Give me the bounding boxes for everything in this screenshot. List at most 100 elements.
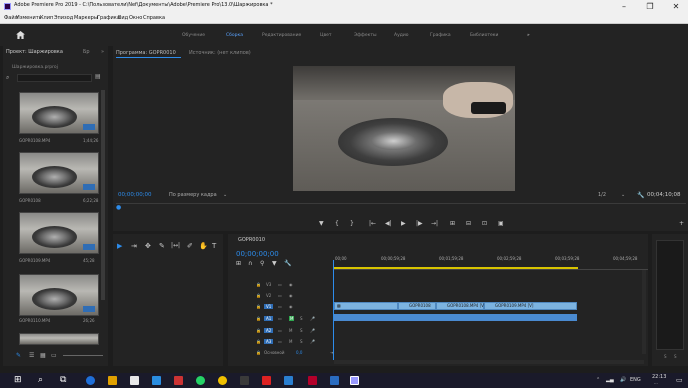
mute-button[interactable]: M bbox=[289, 316, 295, 321]
meter-solo-button[interactable]: S bbox=[674, 354, 677, 359]
workspace-graphics[interactable]: Графика bbox=[430, 33, 451, 38]
go-to-in-button[interactable]: |← bbox=[369, 220, 376, 227]
solo-button[interactable]: S bbox=[300, 316, 303, 321]
resolution-select[interactable]: 1/2 bbox=[598, 192, 606, 198]
lock-icon[interactable]: 🔒 bbox=[256, 293, 261, 298]
program-current-timecode[interactable]: 00;00;00;00 bbox=[118, 192, 152, 198]
step-back-button[interactable]: ◀| bbox=[385, 220, 392, 227]
snap-icon[interactable]: ∩ bbox=[248, 260, 252, 267]
project-search-input[interactable] bbox=[17, 74, 92, 82]
hand-tool-icon[interactable]: ✋ bbox=[199, 242, 208, 250]
mute-button[interactable]: M bbox=[289, 328, 292, 333]
search-icon[interactable]: ⌕ bbox=[38, 375, 43, 385]
media-thumbnail[interactable] bbox=[19, 212, 99, 254]
yandex-icon[interactable] bbox=[262, 376, 271, 385]
fit-select[interactable]: По размеру кадра bbox=[169, 192, 217, 198]
add-marker-icon[interactable]: ▼ bbox=[272, 260, 277, 267]
workspace-editing[interactable]: Редактирование bbox=[262, 33, 301, 38]
go-to-out-button[interactable]: →| bbox=[431, 220, 438, 227]
media-thumbnail[interactable] bbox=[19, 333, 99, 345]
add-button-icon[interactable]: + bbox=[679, 220, 684, 227]
wrench-icon[interactable]: 🔧 bbox=[637, 192, 644, 199]
taskbar-app-icon[interactable] bbox=[240, 376, 249, 385]
pen-tool-icon[interactable]: ✐ bbox=[187, 242, 193, 250]
timeline-horizontal-scrollbar[interactable] bbox=[334, 360, 644, 364]
pencil-icon[interactable]: ✎ bbox=[16, 352, 21, 359]
microphone-icon[interactable]: 🎤 bbox=[310, 316, 315, 321]
menu-clip[interactable]: Клип bbox=[40, 15, 53, 21]
maximize-button[interactable]: ❐ bbox=[642, 1, 658, 12]
sync-icon[interactable]: ▭ bbox=[278, 304, 282, 309]
media-thumbnail[interactable] bbox=[19, 274, 99, 316]
workspace-more-button[interactable]: » bbox=[527, 33, 530, 38]
work-area-bar[interactable] bbox=[333, 267, 578, 269]
track-select-tool-icon[interactable]: ⇥ bbox=[131, 242, 137, 250]
eye-icon[interactable]: ◉ bbox=[289, 304, 293, 309]
sync-icon[interactable]: ▭ bbox=[278, 328, 282, 333]
premiere-taskbar-icon[interactable] bbox=[350, 376, 359, 385]
playhead[interactable] bbox=[333, 260, 334, 360]
photoshop-icon[interactable] bbox=[284, 376, 293, 385]
taskbar-app-icon[interactable] bbox=[330, 376, 339, 385]
chrome-icon[interactable] bbox=[218, 376, 227, 385]
timeline-vertical-scrollbar[interactable] bbox=[642, 270, 646, 354]
program-playhead-icon[interactable]: ● bbox=[116, 204, 121, 211]
workspace-color[interactable]: Цвет bbox=[320, 33, 332, 38]
volume-icon[interactable]: 🔊 bbox=[620, 377, 626, 383]
timeline-clip-v1[interactable]: ▩ bbox=[334, 302, 398, 310]
mark-in-button[interactable]: { bbox=[335, 220, 339, 227]
microphone-icon[interactable]: 🎤 bbox=[310, 328, 315, 333]
master-volume-value[interactable]: 0,0 bbox=[296, 350, 302, 355]
media-browser-tab[interactable]: Бр bbox=[83, 49, 90, 55]
go-to-end-icon[interactable]: ⇥ bbox=[330, 350, 333, 355]
project-tab[interactable]: Проект: Шаржирoвка bbox=[6, 49, 63, 55]
timeline-timecode[interactable]: 00;00;00;00 bbox=[236, 250, 279, 258]
extract-button[interactable]: ⊟ bbox=[466, 220, 471, 227]
lock-icon[interactable]: 🔒 bbox=[256, 328, 261, 333]
tray-chevron-up-icon[interactable]: ⌃ bbox=[596, 377, 600, 383]
track-label[interactable]: A2 bbox=[264, 328, 274, 333]
track-label[interactable]: V3 bbox=[266, 282, 271, 287]
sync-icon[interactable]: ▭ bbox=[278, 339, 282, 344]
taskbar-app-icon[interactable] bbox=[174, 376, 183, 385]
program-scrub-ruler[interactable] bbox=[116, 203, 686, 211]
lock-icon[interactable]: 🔒 bbox=[256, 304, 261, 309]
track-label[interactable]: V1 bbox=[264, 304, 274, 309]
lock-icon[interactable]: 🔒 bbox=[256, 282, 261, 287]
timeline-audio-clip-a1[interactable] bbox=[334, 314, 577, 321]
network-icon[interactable]: ▂▄ bbox=[606, 377, 614, 383]
menu-markers[interactable]: Маркеры bbox=[74, 15, 98, 21]
lock-icon[interactable]: 🔒 bbox=[256, 339, 261, 344]
nest-icon[interactable]: ⊞ bbox=[236, 260, 241, 267]
track-label[interactable]: V2 bbox=[266, 293, 271, 298]
add-marker-button[interactable]: ▼ bbox=[319, 220, 324, 227]
language-indicator[interactable]: ENG bbox=[630, 377, 641, 383]
mark-out-button[interactable]: } bbox=[350, 220, 354, 227]
timeline-tab[interactable]: GOPR0010 bbox=[238, 237, 265, 243]
eye-icon[interactable]: ◉ bbox=[289, 293, 293, 298]
type-tool-icon[interactable]: T bbox=[212, 242, 216, 250]
windows-start-icon[interactable]: ⊞ bbox=[14, 375, 22, 385]
panel-more-icon[interactable]: » bbox=[101, 49, 104, 55]
eye-icon[interactable]: ◉ bbox=[289, 282, 293, 287]
sync-icon[interactable]: ▭ bbox=[278, 293, 282, 298]
lock-icon[interactable]: 🔒 bbox=[256, 350, 261, 355]
timeline-clip-v1[interactable]: GOPR0108.MP4 [V] bbox=[436, 302, 485, 310]
solo-button[interactable]: S bbox=[300, 339, 303, 344]
slip-tool-icon[interactable]: |↔| bbox=[171, 242, 180, 249]
media-thumbnail[interactable] bbox=[19, 92, 99, 134]
list-view-icon[interactable]: ☰ bbox=[29, 352, 34, 359]
comparison-view-button[interactable]: ▣ bbox=[498, 220, 504, 227]
task-view-icon[interactable]: ⧉ bbox=[60, 375, 66, 385]
step-forward-button[interactable]: |▶ bbox=[416, 220, 423, 227]
meter-solo-button[interactable]: S bbox=[664, 354, 667, 359]
settings-wrench-icon[interactable]: 🔧 bbox=[284, 260, 291, 267]
track-label[interactable]: A1 bbox=[264, 316, 274, 321]
store-icon[interactable] bbox=[130, 376, 139, 385]
menu-view[interactable]: Вид bbox=[118, 15, 128, 21]
ripple-edit-tool-icon[interactable]: ✥ bbox=[145, 242, 151, 250]
linked-selection-icon[interactable]: ⚲ bbox=[260, 260, 264, 267]
menu-graphics[interactable]: Графика bbox=[97, 15, 120, 21]
notifications-icon[interactable]: ▭ bbox=[676, 376, 683, 384]
zoom-slider[interactable] bbox=[63, 355, 103, 356]
